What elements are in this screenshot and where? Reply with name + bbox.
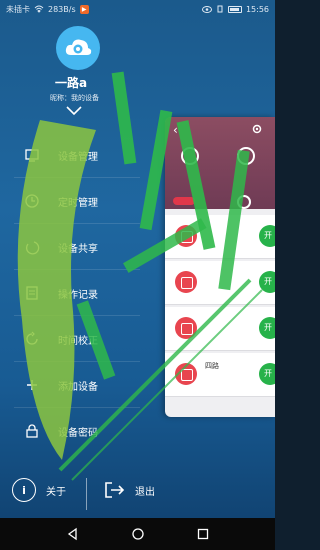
menu-item-timer-management[interactable]: 定时管理 bbox=[0, 178, 150, 224]
device-row[interactable]: 开 bbox=[165, 215, 275, 259]
relay-icon bbox=[175, 363, 197, 385]
drawer-menu: 设备管理 定时管理 设备共享 操作记录 时间校正 添加设备 设备密码 bbox=[0, 132, 150, 454]
device-row[interactable]: 四路 开 bbox=[165, 353, 275, 397]
device-row[interactable]: 开 bbox=[165, 261, 275, 305]
app-screen: 未插卡 283B/s ▶ 15:56 ‹ 开 开 开 四路 开 一路a 昵称：我… bbox=[0, 0, 275, 550]
background-device-panel[interactable]: ‹ 开 开 开 四路 开 bbox=[165, 117, 275, 417]
back-arrow-icon[interactable]: ‹ bbox=[173, 123, 178, 137]
chevron-down-icon[interactable] bbox=[66, 106, 82, 116]
lock-icon bbox=[26, 424, 38, 438]
toggle-on-button[interactable]: 开 bbox=[259, 317, 275, 339]
avatar[interactable] bbox=[56, 26, 100, 70]
status-left: 未插卡 283B/s ▶ bbox=[6, 4, 89, 15]
relay-icon bbox=[175, 317, 197, 339]
back-nav-icon[interactable] bbox=[66, 527, 80, 541]
power-toggle-icon[interactable] bbox=[237, 147, 255, 165]
device-icon bbox=[25, 149, 39, 162]
footer-divider bbox=[86, 478, 87, 510]
logout-icon bbox=[105, 482, 125, 498]
eye-icon bbox=[201, 5, 212, 13]
about-button[interactable]: i 关于 bbox=[12, 478, 66, 502]
time-sync-icon bbox=[26, 331, 38, 345]
logout-button[interactable]: 退出 bbox=[103, 481, 155, 499]
status-pill bbox=[173, 197, 195, 205]
wifi-icon bbox=[34, 5, 44, 13]
log-icon bbox=[26, 286, 38, 300]
menu-item-label: 时间校正 bbox=[58, 335, 98, 347]
home-nav-icon[interactable] bbox=[131, 527, 145, 541]
menu-item-label: 添加设备 bbox=[58, 381, 98, 393]
clock-icon bbox=[25, 194, 39, 208]
battery-icon bbox=[227, 5, 242, 13]
status-right: 15:56 bbox=[201, 4, 269, 14]
gear-icon[interactable] bbox=[251, 123, 263, 135]
profile-nickname: 昵称：我的设备 bbox=[50, 94, 99, 102]
device-row[interactable]: 开 bbox=[165, 307, 275, 351]
toggle-on-button[interactable]: 开 bbox=[259, 363, 275, 385]
refresh-icon[interactable] bbox=[237, 195, 251, 209]
menu-item-device-management[interactable]: 设备管理 bbox=[0, 132, 150, 178]
device-name: 四路 bbox=[205, 362, 219, 370]
menu-item-label: 定时管理 bbox=[58, 197, 98, 209]
menu-item-label: 设备密码 bbox=[58, 427, 98, 439]
power-all-icon[interactable] bbox=[181, 147, 199, 165]
add-device-icon bbox=[27, 380, 37, 390]
menu-item-label: 设备共享 bbox=[58, 243, 98, 255]
clock-time: 15:56 bbox=[245, 4, 269, 14]
menu-item-add-device[interactable]: 添加设备 bbox=[0, 362, 150, 408]
share-icon bbox=[25, 241, 40, 255]
status-bar: 未插卡 283B/s ▶ 15:56 bbox=[0, 0, 275, 18]
recents-nav-icon[interactable] bbox=[196, 527, 210, 541]
vibrate-icon bbox=[217, 5, 223, 13]
toggle-on-button[interactable]: 开 bbox=[259, 225, 275, 247]
panel-header: ‹ bbox=[165, 117, 275, 209]
menu-item-label: 设备管理 bbox=[58, 151, 98, 163]
system-nav-bar bbox=[0, 518, 275, 550]
profile-name: 一路a bbox=[55, 76, 88, 90]
toggle-on-button[interactable]: 开 bbox=[259, 271, 275, 293]
menu-item-device-share[interactable]: 设备共享 bbox=[0, 224, 150, 270]
notification-badge-icon: ▶ bbox=[79, 4, 89, 14]
network-speed: 283B/s bbox=[48, 4, 76, 14]
carrier-text: 未插卡 bbox=[6, 4, 30, 14]
menu-item-device-password[interactable]: 设备密码 bbox=[0, 408, 150, 454]
info-icon: i bbox=[12, 478, 36, 502]
about-label: 关于 bbox=[46, 486, 66, 498]
logout-label: 退出 bbox=[135, 486, 155, 498]
menu-item-time-sync[interactable]: 时间校正 bbox=[0, 316, 150, 362]
menu-item-operation-log[interactable]: 操作记录 bbox=[0, 270, 150, 316]
menu-item-label: 操作记录 bbox=[58, 289, 98, 301]
cloud-camera-icon bbox=[65, 39, 92, 55]
relay-icon bbox=[175, 225, 197, 247]
relay-icon bbox=[175, 271, 197, 293]
